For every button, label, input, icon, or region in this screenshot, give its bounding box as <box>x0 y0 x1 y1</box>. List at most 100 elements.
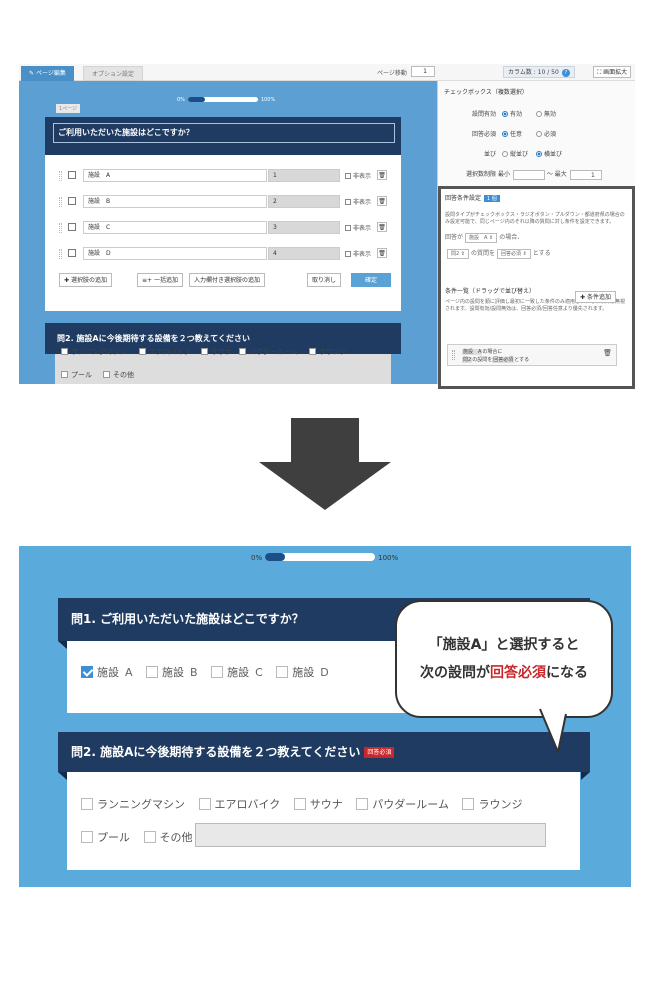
checked-checkbox-icon[interactable] <box>81 666 93 678</box>
add-choice-button[interactable]: ✚ 選択肢の追加 <box>59 273 112 287</box>
condition-count: 1 個 <box>484 195 500 202</box>
radio-on[interactable] <box>502 111 509 117</box>
checkbox-icon[interactable] <box>276 666 289 678</box>
max-spinner[interactable]: 1 <box>569 169 602 180</box>
choice-value-input[interactable]: 3 <box>268 221 340 234</box>
choice-value-input[interactable]: 4 <box>268 247 340 260</box>
answer-select[interactable]: 施設 A ⇕ <box>465 233 498 243</box>
drag-handle-icon[interactable] <box>59 171 62 181</box>
tab-page-edit[interactable]: ✎ ページ編集 <box>21 66 74 81</box>
choice-name-input[interactable]: 施設 C <box>83 221 267 234</box>
radio-vertical[interactable] <box>502 151 509 157</box>
checkbox-icon[interactable] <box>211 666 224 678</box>
choice-name-input[interactable]: 施設 D <box>83 247 267 260</box>
trash-icon[interactable]: 🗑 <box>603 349 612 357</box>
q1-title-input[interactable]: ご利用いただいた施設はどこですか？ <box>53 123 395 143</box>
header-notch <box>58 641 67 649</box>
add-condition-button[interactable]: ✚ 条件追加 <box>575 291 616 303</box>
checkbox-icon[interactable] <box>81 798 93 810</box>
choice-name-input[interactable]: 施設 A <box>83 169 267 182</box>
q2-option[interactable]: サウナ <box>201 347 232 357</box>
choice-checkbox[interactable] <box>68 171 76 179</box>
question-enabled-row: 設問有効 有効 無効 <box>472 111 557 118</box>
checkbox-icon[interactable] <box>356 798 369 810</box>
choice-checkbox[interactable] <box>68 249 76 257</box>
q1-option[interactable]: 施設 C <box>211 664 263 680</box>
editor-progress-fill <box>187 97 206 102</box>
choice-row: 施設 C 3 非表示 🗑 <box>59 221 389 235</box>
q2-option[interactable]: エアロバイク <box>198 796 280 812</box>
checkbox-icon[interactable] <box>293 798 306 810</box>
checkbox-icon[interactable] <box>462 798 475 810</box>
radio-off[interactable] <box>536 111 543 117</box>
trash-icon[interactable]: 🗑 <box>377 170 387 180</box>
tab-option-settings[interactable]: オプション設定 <box>83 66 144 81</box>
q1-option[interactable]: 施設 D <box>276 664 329 680</box>
cancel-button[interactable]: 取り消し <box>307 273 342 287</box>
radio-on[interactable] <box>502 131 509 137</box>
help-icon[interactable]: ? <box>561 69 570 77</box>
callout-tail <box>539 708 567 754</box>
condition-item[interactable]: 施設 Aの場合に 問2の設問を回答必須とする 🗑 <box>447 344 617 366</box>
checkbox-icon[interactable] <box>81 831 93 843</box>
drag-handle-icon[interactable] <box>59 223 62 233</box>
trash-icon[interactable]: 🗑 <box>377 248 387 258</box>
confirm-button[interactable]: 確定 <box>351 273 391 287</box>
choice-value-input[interactable]: 2 <box>268 195 340 208</box>
page-move-input[interactable]: 1 <box>411 66 435 77</box>
column-count: カラム数 : 10 / 50? <box>503 66 575 78</box>
condition-target-row: 問2 ⇕ の質問を 回答必須 ⇕ とする <box>445 248 628 260</box>
drag-handle-icon[interactable] <box>452 350 455 360</box>
checkbox-icon[interactable] <box>198 798 211 810</box>
other-text-input[interactable] <box>195 823 546 847</box>
q2-option[interactable]: プール <box>61 370 92 380</box>
min-spinner[interactable] <box>512 169 545 180</box>
q2-option[interactable]: その他 <box>143 829 193 845</box>
q2-options-row2: プール その他 <box>81 829 203 845</box>
hide-toggle[interactable]: 非表示 <box>345 171 371 180</box>
q2-option[interactable]: ラウンジ <box>309 347 347 357</box>
preview-screenshot: 0% 100% 問1. ご利用いただいた施設はどこですか？ 施設 A 施設 B 施設 C… <box>19 546 631 887</box>
choice-name-input[interactable]: 施設 B <box>83 195 267 208</box>
editor-canvas: 0% 100% 1ページ ご利用いただいた施設はどこですか？ 施設 A 1 非表示… <box>19 81 437 384</box>
q2-option[interactable]: その他 <box>103 370 134 380</box>
radio-off[interactable] <box>536 131 543 137</box>
q2-option[interactable]: パウダールーム <box>239 347 298 357</box>
preview-progress-fill <box>265 553 285 561</box>
choice-checkbox[interactable] <box>68 223 76 231</box>
q2-option[interactable]: ランニングマシン <box>81 796 185 812</box>
condition-description: 設問タイプがチェックボックス・ラジオボタン・プルダウン・都道府県の場合のみ設定可… <box>445 212 625 225</box>
hide-toggle[interactable]: 非表示 <box>345 249 371 258</box>
callout-text: 「施設A」と選択すると 次の設問が回答必須になる <box>420 637 588 681</box>
condition-settings-box: 回答条件設定 1 個 設問タイプがチェックボックス・ラジオボタン・プルダウン・都道… <box>438 186 635 389</box>
header-notch <box>58 772 67 780</box>
q2-option[interactable]: パウダールーム <box>356 796 449 812</box>
target-state-select[interactable]: 回答必須 ⇕ <box>496 249 531 259</box>
add-input-choice-button[interactable]: 入力欄付き選択肢の追加 <box>189 273 266 287</box>
bulk-add-button[interactable]: ≡+ 一括追加 <box>137 273 183 287</box>
drag-handle-icon[interactable] <box>59 249 62 259</box>
choice-checkbox[interactable] <box>68 197 76 205</box>
q1-option[interactable]: 施設 A <box>81 664 133 680</box>
checkbox-icon[interactable] <box>146 666 159 678</box>
editor-toolbar: ✎ ページ編集 オプション設定 ページ移動 1 カラム数 : 10 / 50? … <box>19 64 635 81</box>
q2-option[interactable]: ランニングマシン <box>61 347 127 357</box>
trash-icon[interactable]: 🗑 <box>377 222 387 232</box>
q2-option[interactable]: ラウンジ <box>462 796 522 812</box>
target-question-select[interactable]: 問2 ⇕ <box>447 249 469 259</box>
q2-option[interactable]: サウナ <box>293 796 343 812</box>
q1-edit-card: ご利用いただいた施設はどこですか？ 施設 A 1 非表示 🗑 施設 B 2 非表… <box>45 117 401 311</box>
radio-horizontal[interactable] <box>536 151 543 157</box>
choice-value-input[interactable]: 1 <box>268 169 340 182</box>
expand-button[interactable]: ⛶ 画面拡大 <box>593 66 632 78</box>
q1-option[interactable]: 施設 B <box>146 664 198 680</box>
q2-option[interactable]: プール <box>81 829 130 845</box>
checkbox-icon[interactable] <box>143 831 156 843</box>
hide-toggle[interactable]: 非表示 <box>345 197 371 206</box>
condition-title: 回答条件設定 1 個 <box>445 193 628 202</box>
choice-row: 施設 B 2 非表示 🗑 <box>59 195 389 209</box>
q2-option[interactable]: エアロバイク <box>139 347 191 357</box>
trash-icon[interactable]: 🗑 <box>377 196 387 206</box>
drag-handle-icon[interactable] <box>59 197 62 207</box>
hide-toggle[interactable]: 非表示 <box>345 223 371 232</box>
